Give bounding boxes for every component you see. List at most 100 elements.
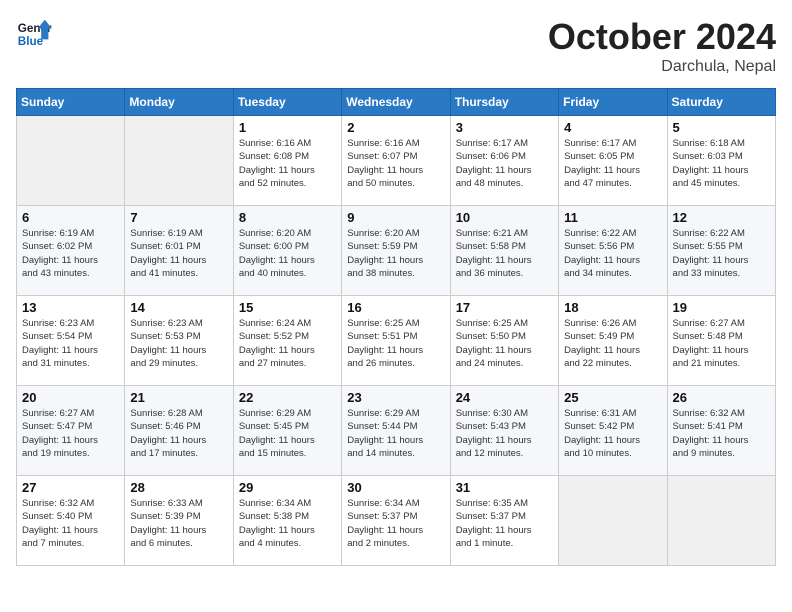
day-number: 5	[673, 120, 770, 135]
calendar-cell: 19 Sunrise: 6:27 AM Sunset: 5:48 PM Dayli…	[667, 296, 775, 386]
calendar-table: SundayMondayTuesdayWednesdayThursdayFrid…	[16, 88, 776, 566]
day-detail: Sunrise: 6:32 AM Sunset: 5:40 PM Dayligh…	[22, 497, 119, 550]
calendar-week-4: 20Sunrise: 6:27 AM Sunset: 5:47 PM Dayli…	[17, 386, 776, 476]
day-number: 4	[564, 120, 661, 135]
calendar-cell: 2 Sunrise: 6:16 AM Sunset: 6:07 PM Daylig…	[342, 116, 450, 206]
calendar-cell: 21 Sunrise: 6:28 AM Sunset: 5:46 PM Dayli…	[125, 386, 233, 476]
day-number: 2	[347, 120, 444, 135]
day-detail: Sunrise: 6:33 AM Sunset: 5:39 PM Dayligh…	[130, 497, 227, 550]
calendar-cell: 28 Sunrise: 6:33 AM Sunset: 5:39 PM Dayli…	[125, 476, 233, 566]
calendar-cell	[125, 116, 233, 206]
calendar-cell: 23 Sunrise: 6:29 AM Sunset: 5:44 PM Dayli…	[342, 386, 450, 476]
day-number: 25	[564, 390, 661, 405]
day-number: 3	[456, 120, 553, 135]
calendar-body: 1 Sunrise: 6:16 AM Sunset: 6:08 PM Daylig…	[17, 116, 776, 566]
calendar-cell	[667, 476, 775, 566]
day-number: 11	[564, 210, 661, 225]
weekday-saturday: Saturday	[667, 89, 775, 116]
day-number: 21	[130, 390, 227, 405]
day-number: 16	[347, 300, 444, 315]
day-detail: Sunrise: 6:16 AM Sunset: 6:07 PM Dayligh…	[347, 137, 444, 190]
day-detail: Sunrise: 6:34 AM Sunset: 5:37 PM Dayligh…	[347, 497, 444, 550]
calendar-cell: 5Sunrise: 6:18 AM Sunset: 6:03 PM Daylig…	[667, 116, 775, 206]
calendar-cell: 17 Sunrise: 6:25 AM Sunset: 5:50 PM Dayli…	[450, 296, 558, 386]
day-number: 14	[130, 300, 227, 315]
day-number: 30	[347, 480, 444, 495]
day-detail: Sunrise: 6:17 AM Sunset: 6:06 PM Dayligh…	[456, 137, 553, 190]
day-number: 27	[22, 480, 119, 495]
day-number: 15	[239, 300, 336, 315]
day-detail: Sunrise: 6:27 AM Sunset: 5:47 PM Dayligh…	[22, 407, 119, 460]
calendar-cell: 8 Sunrise: 6:20 AM Sunset: 6:00 PM Daylig…	[233, 206, 341, 296]
day-number: 12	[673, 210, 770, 225]
day-number: 24	[456, 390, 553, 405]
day-detail: Sunrise: 6:16 AM Sunset: 6:08 PM Dayligh…	[239, 137, 336, 190]
calendar-cell: 12 Sunrise: 6:22 AM Sunset: 5:55 PM Dayli…	[667, 206, 775, 296]
day-detail: Sunrise: 6:25 AM Sunset: 5:51 PM Dayligh…	[347, 317, 444, 370]
day-detail: Sunrise: 6:22 AM Sunset: 5:55 PM Dayligh…	[673, 227, 770, 280]
calendar-cell: 29 Sunrise: 6:34 AM Sunset: 5:38 PM Dayli…	[233, 476, 341, 566]
weekday-header-row: SundayMondayTuesdayWednesdayThursdayFrid…	[17, 89, 776, 116]
calendar-cell: 16 Sunrise: 6:25 AM Sunset: 5:51 PM Dayli…	[342, 296, 450, 386]
weekday-wednesday: Wednesday	[342, 89, 450, 116]
weekday-friday: Friday	[559, 89, 667, 116]
calendar-cell: 9Sunrise: 6:20 AM Sunset: 5:59 PM Daylig…	[342, 206, 450, 296]
calendar-cell	[17, 116, 125, 206]
weekday-tuesday: Tuesday	[233, 89, 341, 116]
calendar-week-5: 27 Sunrise: 6:32 AM Sunset: 5:40 PM Dayli…	[17, 476, 776, 566]
logo-icon: General Blue	[16, 16, 52, 52]
day-number: 17	[456, 300, 553, 315]
day-detail: Sunrise: 6:28 AM Sunset: 5:46 PM Dayligh…	[130, 407, 227, 460]
day-number: 8	[239, 210, 336, 225]
day-detail: Sunrise: 6:25 AM Sunset: 5:50 PM Dayligh…	[456, 317, 553, 370]
calendar-cell: 30 Sunrise: 6:34 AM Sunset: 5:37 PM Dayli…	[342, 476, 450, 566]
day-detail: Sunrise: 6:30 AM Sunset: 5:43 PM Dayligh…	[456, 407, 553, 460]
day-number: 1	[239, 120, 336, 135]
calendar-cell: 24 Sunrise: 6:30 AM Sunset: 5:43 PM Dayli…	[450, 386, 558, 476]
calendar-cell: 6Sunrise: 6:19 AM Sunset: 6:02 PM Daylig…	[17, 206, 125, 296]
day-number: 6	[22, 210, 119, 225]
day-number: 7	[130, 210, 227, 225]
location-title: Darchula, Nepal	[548, 58, 776, 76]
calendar-cell: 13 Sunrise: 6:23 AM Sunset: 5:54 PM Dayli…	[17, 296, 125, 386]
calendar-cell: 18Sunrise: 6:26 AM Sunset: 5:49 PM Dayli…	[559, 296, 667, 386]
svg-text:Blue: Blue	[18, 35, 44, 48]
day-detail: Sunrise: 6:31 AM Sunset: 5:42 PM Dayligh…	[564, 407, 661, 460]
day-detail: Sunrise: 6:27 AM Sunset: 5:48 PM Dayligh…	[673, 317, 770, 370]
weekday-thursday: Thursday	[450, 89, 558, 116]
title-area: October 2024 Darchula, Nepal	[548, 16, 776, 76]
calendar-cell: 3 Sunrise: 6:17 AM Sunset: 6:06 PM Daylig…	[450, 116, 558, 206]
day-number: 19	[673, 300, 770, 315]
calendar-cell: 25 Sunrise: 6:31 AM Sunset: 5:42 PM Dayli…	[559, 386, 667, 476]
calendar-cell: 14 Sunrise: 6:23 AM Sunset: 5:53 PM Dayli…	[125, 296, 233, 386]
month-title: October 2024	[548, 16, 776, 58]
day-detail: Sunrise: 6:19 AM Sunset: 6:01 PM Dayligh…	[130, 227, 227, 280]
day-number: 22	[239, 390, 336, 405]
day-number: 13	[22, 300, 119, 315]
calendar-week-3: 13 Sunrise: 6:23 AM Sunset: 5:54 PM Dayli…	[17, 296, 776, 386]
calendar-cell: 4 Sunrise: 6:17 AM Sunset: 6:05 PM Daylig…	[559, 116, 667, 206]
day-detail: Sunrise: 6:20 AM Sunset: 6:00 PM Dayligh…	[239, 227, 336, 280]
day-detail: Sunrise: 6:22 AM Sunset: 5:56 PM Dayligh…	[564, 227, 661, 280]
day-detail: Sunrise: 6:34 AM Sunset: 5:38 PM Dayligh…	[239, 497, 336, 550]
day-number: 23	[347, 390, 444, 405]
calendar-cell: 10Sunrise: 6:21 AM Sunset: 5:58 PM Dayli…	[450, 206, 558, 296]
day-detail: Sunrise: 6:29 AM Sunset: 5:45 PM Dayligh…	[239, 407, 336, 460]
day-number: 31	[456, 480, 553, 495]
calendar-cell: 26 Sunrise: 6:32 AM Sunset: 5:41 PM Dayli…	[667, 386, 775, 476]
day-detail: Sunrise: 6:17 AM Sunset: 6:05 PM Dayligh…	[564, 137, 661, 190]
calendar-cell: 7 Sunrise: 6:19 AM Sunset: 6:01 PM Daylig…	[125, 206, 233, 296]
day-number: 29	[239, 480, 336, 495]
calendar-week-1: 1 Sunrise: 6:16 AM Sunset: 6:08 PM Daylig…	[17, 116, 776, 206]
day-number: 26	[673, 390, 770, 405]
day-number: 28	[130, 480, 227, 495]
day-detail: Sunrise: 6:24 AM Sunset: 5:52 PM Dayligh…	[239, 317, 336, 370]
day-detail: Sunrise: 6:35 AM Sunset: 5:37 PM Dayligh…	[456, 497, 553, 550]
calendar-week-2: 6Sunrise: 6:19 AM Sunset: 6:02 PM Daylig…	[17, 206, 776, 296]
day-detail: Sunrise: 6:29 AM Sunset: 5:44 PM Dayligh…	[347, 407, 444, 460]
day-detail: Sunrise: 6:23 AM Sunset: 5:53 PM Dayligh…	[130, 317, 227, 370]
day-detail: Sunrise: 6:23 AM Sunset: 5:54 PM Dayligh…	[22, 317, 119, 370]
calendar-cell: 20Sunrise: 6:27 AM Sunset: 5:47 PM Dayli…	[17, 386, 125, 476]
day-detail: Sunrise: 6:32 AM Sunset: 5:41 PM Dayligh…	[673, 407, 770, 460]
weekday-monday: Monday	[125, 89, 233, 116]
